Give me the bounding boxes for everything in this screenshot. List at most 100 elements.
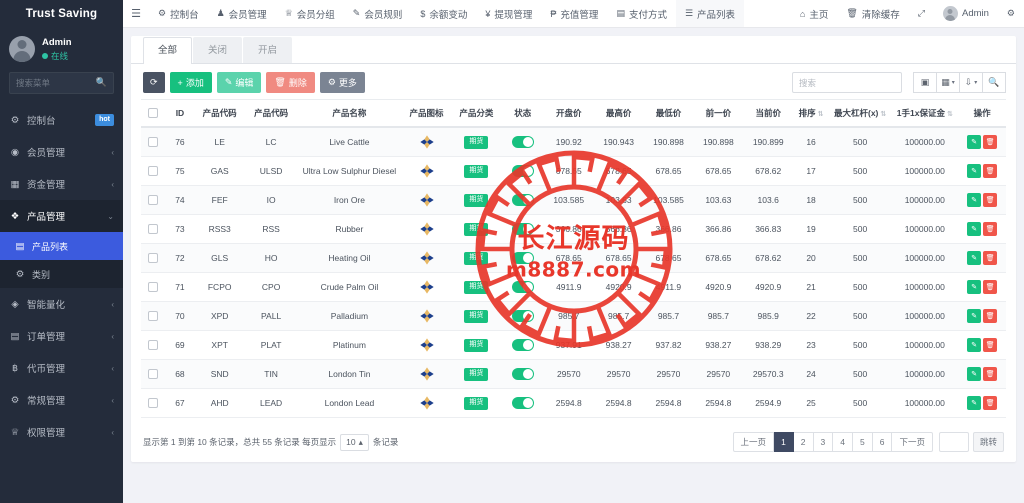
topnav-item-members[interactable]: ♟ 会员管理 xyxy=(208,0,276,27)
table-row[interactable]: 75 GAS ULSD Ultra Low Sulphur Diesel 期货 678.6… xyxy=(141,156,1006,186)
th-sort-order[interactable]: 排序 ⇅ xyxy=(793,99,829,128)
page-button-4[interactable]: 4 xyxy=(833,432,853,452)
row-checkbox[interactable] xyxy=(148,253,159,264)
row-delete-button[interactable]: 🗑 xyxy=(983,251,998,265)
sidebar-item-funds[interactable]: ▦ 资金管理 ‹ xyxy=(0,168,123,200)
table-row[interactable]: 72 GLS HO Heating Oil 期货 678.65 678.65 678.65 67… xyxy=(141,243,1006,273)
page-button-3[interactable]: 3 xyxy=(813,432,834,452)
status-toggle[interactable] xyxy=(511,136,534,148)
table-row[interactable]: 73 RSS3 RSS Rubber 期货 366.86 366.86 366.86 366.8… xyxy=(141,214,1006,244)
row-checkbox[interactable] xyxy=(148,166,159,177)
status-toggle[interactable] xyxy=(511,165,534,177)
status-toggle[interactable] xyxy=(511,310,534,322)
topnav-home[interactable]: ⌂ 主页 xyxy=(791,0,837,27)
row-checkbox[interactable] xyxy=(148,195,159,206)
sidebar-item-orders[interactable]: ▤ 订单管理 ‹ xyxy=(0,320,123,352)
status-toggle[interactable] xyxy=(511,339,534,351)
table-row[interactable]: 70 XPD PALL Palladium 期货 985.7 985.7 985.7 985.7… xyxy=(141,301,1006,331)
row-edit-button[interactable]: ✎ xyxy=(967,367,982,381)
topnav-item-member-groups[interactable]: ♕ 会员分组 xyxy=(276,0,344,27)
row-edit-button[interactable]: ✎ xyxy=(967,396,982,410)
row-delete-button[interactable]: 🗑 xyxy=(983,367,998,381)
row-edit-button[interactable]: ✎ xyxy=(967,251,982,265)
sidebar-item-members[interactable]: ◉ 会员管理 ‹ xyxy=(0,136,123,168)
sidebar-item-permission[interactable]: ♕ 权限管理 ‹ xyxy=(0,416,123,448)
tab-closed[interactable]: 关闭 xyxy=(193,36,243,63)
topnav-settings[interactable]: ⚙ xyxy=(998,0,1024,27)
topnav-fullscreen[interactable]: ⤢ xyxy=(909,0,934,27)
grid-view-icon[interactable]: ▦ ▾ xyxy=(936,72,960,93)
row-checkbox[interactable] xyxy=(148,282,159,293)
row-edit-button[interactable]: ✎ xyxy=(967,164,982,178)
search-icon[interactable]: 🔍 xyxy=(96,77,107,88)
sidebar-item-dashboard[interactable]: ⚙ 控制台 hot xyxy=(0,104,123,136)
topnav-item-recharge[interactable]: ₱ 充值管理 xyxy=(541,0,607,27)
topnav-clear-cache[interactable]: 🗑 清除缓存 xyxy=(837,0,908,27)
topnav-item-product-list[interactable]: ☰ 产品列表 xyxy=(675,0,745,27)
row-edit-button[interactable]: ✎ xyxy=(967,280,982,294)
status-toggle[interactable] xyxy=(511,252,534,264)
status-toggle[interactable] xyxy=(511,223,534,235)
row-delete-button[interactable]: 🗑 xyxy=(983,396,998,410)
hamburger-icon[interactable]: ☰ xyxy=(123,0,149,27)
row-checkbox[interactable] xyxy=(148,369,159,380)
row-checkbox[interactable] xyxy=(148,340,159,351)
row-delete-button[interactable]: 🗑 xyxy=(983,222,998,236)
sidebar-item-product-list[interactable]: ▤ 产品列表 xyxy=(0,232,123,260)
page-next-button[interactable]: 下一页 xyxy=(892,432,933,452)
page-prev-button[interactable]: 上一页 xyxy=(732,432,775,452)
page-jump-input[interactable] xyxy=(938,432,969,452)
row-checkbox[interactable] xyxy=(148,137,159,148)
row-checkbox[interactable] xyxy=(148,224,159,235)
topnav-item-member-rules[interactable]: ✎ 会员规则 xyxy=(344,0,412,27)
row-delete-button[interactable]: 🗑 xyxy=(983,135,998,149)
topnav-item-balance-changes[interactable]: $ 余额变动 xyxy=(411,0,476,27)
export-icon[interactable]: ⇩ ▾ xyxy=(959,72,983,93)
table-row[interactable]: 74 FEF IO Iron Ore 期货 103.585 103.63 103.585 103… xyxy=(141,185,1006,215)
add-button[interactable]: + 添加 xyxy=(169,72,212,93)
row-edit-button[interactable]: ✎ xyxy=(967,309,982,323)
page-jump-button[interactable]: 跳转 xyxy=(972,432,1004,452)
table-row[interactable]: 68 SND TIN London Tin 期货 29570 29570 29570 29570… xyxy=(141,359,1006,389)
topnav-item-payment-method[interactable]: ▤ 支付方式 xyxy=(607,0,676,27)
sidebar-item-quant[interactable]: ◈ 智能量化 ‹ xyxy=(0,288,123,320)
search-icon[interactable]: 🔍 xyxy=(982,72,1006,93)
row-delete-button[interactable]: 🗑 xyxy=(983,164,998,178)
tab-all[interactable]: 全部 xyxy=(143,36,193,64)
th-max-leverage[interactable]: 最大杠杆(x) ⇅ xyxy=(828,99,892,128)
page-button-1[interactable]: 1 xyxy=(774,432,794,452)
sidebar-item-category[interactable]: ⚙ 类别 xyxy=(0,260,123,288)
sidebar-item-products[interactable]: ❖ 产品管理 ⌄ xyxy=(0,200,123,232)
columns-toggle-icon[interactable]: ▣ xyxy=(913,72,937,93)
status-toggle[interactable] xyxy=(511,281,534,293)
search-input[interactable] xyxy=(792,72,902,93)
sidebar-user-box[interactable]: Admin 在线 xyxy=(0,28,123,72)
status-toggle[interactable] xyxy=(511,397,534,409)
row-edit-button[interactable]: ✎ xyxy=(967,222,982,236)
table-row[interactable]: 71 FCPO CPO Crude Palm Oil 期货 4911.9 4920.9 491… xyxy=(141,272,1006,302)
topnav-user[interactable]: Admin xyxy=(934,0,998,27)
delete-button[interactable]: 🗑 删除 xyxy=(266,72,315,93)
edit-button[interactable]: ✎ 编辑 xyxy=(216,72,262,93)
topnav-item-withdraw[interactable]: ¥ 提现管理 xyxy=(476,0,541,27)
page-button-6[interactable]: 6 xyxy=(872,432,893,452)
table-row[interactable]: 67 AHD LEAD London Lead 期货 2594.8 2594.8 2594.8… xyxy=(141,388,1006,418)
status-toggle[interactable] xyxy=(511,368,534,380)
row-delete-button[interactable]: 🗑 xyxy=(983,280,998,294)
th-margin-per-lot[interactable]: 1手1x保证金 ⇅ xyxy=(891,99,959,128)
row-delete-button[interactable]: 🗑 xyxy=(983,309,998,323)
row-edit-button[interactable]: ✎ xyxy=(967,135,982,149)
row-edit-button[interactable]: ✎ xyxy=(967,338,982,352)
row-delete-button[interactable]: 🗑 xyxy=(983,338,998,352)
row-checkbox[interactable] xyxy=(148,311,159,322)
page-button-2[interactable]: 2 xyxy=(793,432,814,452)
row-edit-button[interactable]: ✎ xyxy=(967,193,982,207)
tab-open[interactable]: 开启 xyxy=(243,36,293,63)
refresh-button[interactable]: ⟳ xyxy=(143,72,165,93)
row-delete-button[interactable]: 🗑 xyxy=(983,193,998,207)
sidebar-item-token[interactable]: ฿ 代币管理 ‹ xyxy=(0,352,123,384)
select-all-checkbox[interactable] xyxy=(148,108,159,119)
table-row[interactable]: 76 LE LC Live Cattle 期货 190.92 190.943 190.898 1… xyxy=(141,127,1006,157)
sidebar-item-general[interactable]: ⚙ 常规管理 ‹ xyxy=(0,384,123,416)
row-checkbox[interactable] xyxy=(148,398,159,409)
